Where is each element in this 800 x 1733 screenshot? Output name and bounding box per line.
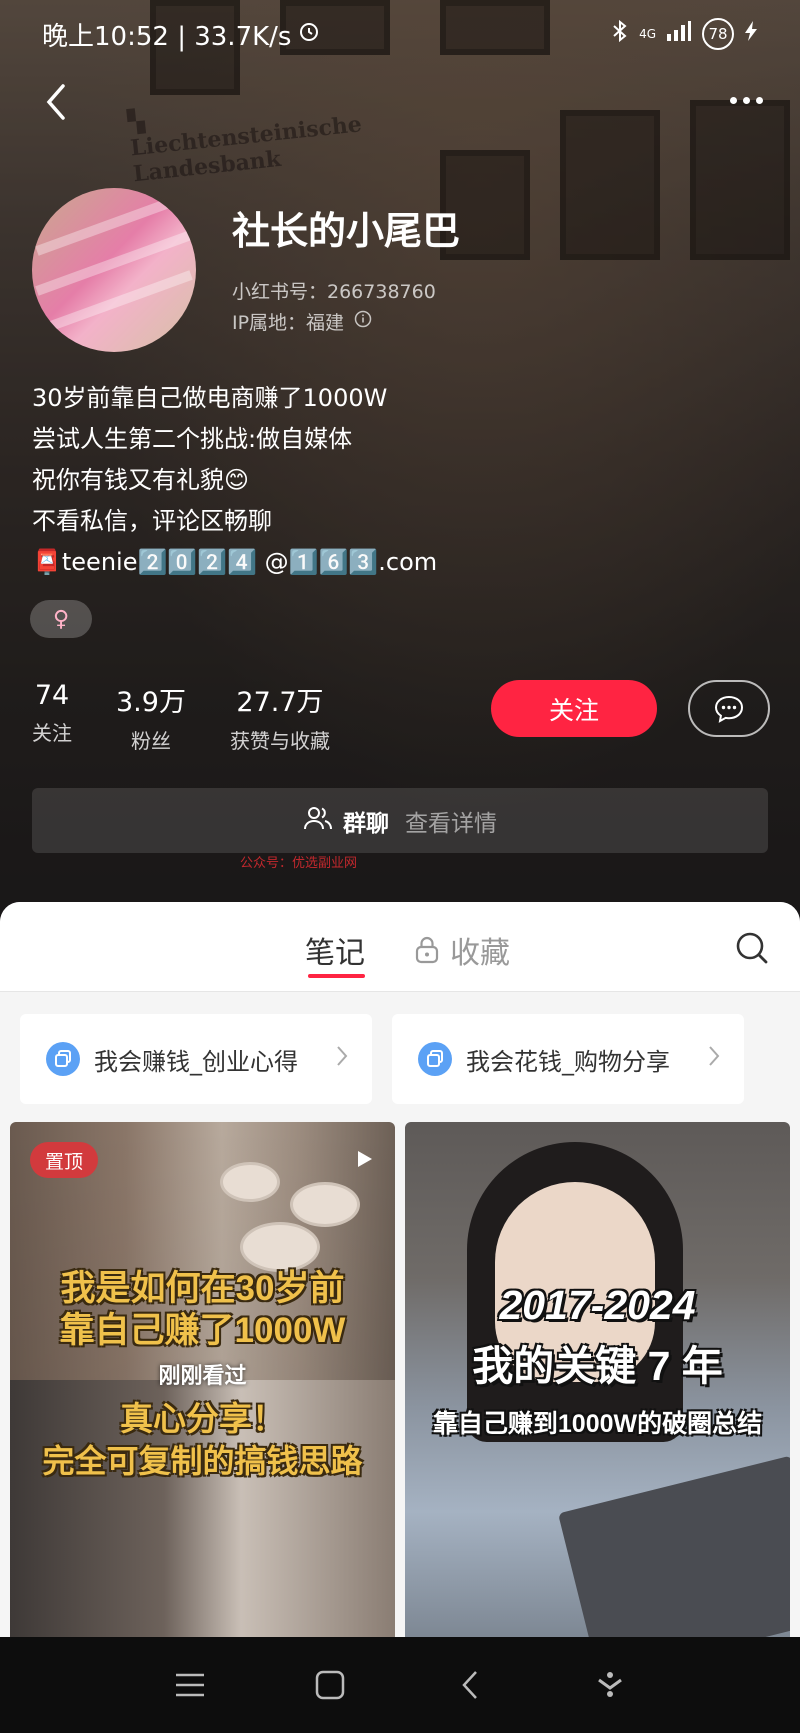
home-square-icon [315, 1670, 345, 1700]
cover-title-line: 我的关键 7 年 [472, 1343, 723, 1389]
cover-title-line: 完全可复制的搞钱思路 [42, 1443, 363, 1479]
menu-icon [176, 1673, 204, 1697]
stat-likes-collects[interactable]: 27.7万 获赞与收藏 [230, 680, 330, 754]
chat-bubble-icon [714, 695, 744, 723]
menu-button[interactable] [162, 1657, 218, 1713]
recently-viewed-label: 刚刚看过 [158, 1363, 247, 1388]
tab-notes[interactable]: 笔记 [305, 928, 365, 972]
back-button[interactable] [30, 76, 82, 128]
note-card[interactable]: 置顶 我是如何在30岁前 靠自己赚了1000W 刚刚看过 真心分享！ 完全可复制… [10, 1122, 395, 1637]
cover-title-line: 真心分享！ [120, 1400, 285, 1437]
tab-favorites-label: 收藏 [450, 936, 510, 971]
battery-icon: 78 [702, 18, 734, 50]
collection-item[interactable]: 我会赚钱_创业心得 [20, 1014, 372, 1104]
bio-line: 30岁前靠自己做电商赚了1000W [32, 384, 388, 412]
bio-line: 尝试人生第二个挑战:做自媒体 [32, 425, 353, 453]
user-id: 小红书号：266738760 [232, 281, 436, 303]
collection-item[interactable]: 我会花钱_购物分享 [392, 1014, 744, 1104]
stat-value: 3.9万 [116, 687, 186, 718]
follow-button[interactable]: 关注 [491, 680, 657, 737]
collection-icon [46, 1042, 80, 1076]
system-navigation-bar [0, 1637, 800, 1733]
lock-icon [415, 936, 439, 964]
chevron-left-icon [46, 84, 65, 120]
bio-line: 祝你有钱又有礼貌😊 [32, 466, 250, 494]
stat-label: 关注 [32, 721, 72, 745]
chevron-right-icon [336, 1045, 348, 1073]
message-button[interactable] [688, 680, 770, 737]
content-tabs: 笔记 收藏 [0, 902, 800, 992]
stat-value: 74 [34, 680, 70, 711]
search-button[interactable] [734, 930, 770, 966]
info-icon[interactable] [354, 310, 372, 333]
profile-stats: 74 关注 3.9万 粉丝 27.7万 获赞与收藏 [32, 680, 374, 754]
home-button[interactable] [302, 1657, 358, 1713]
collection-label: 我会花钱_购物分享 [466, 1047, 670, 1076]
charging-icon [744, 20, 758, 48]
group-users-icon [303, 805, 333, 837]
active-tab-indicator [308, 974, 365, 978]
cover-laptop [558, 1455, 790, 1637]
cover-title-line: 靠自己赚了1000W [59, 1311, 346, 1350]
group-chat-bar[interactable]: 群聊 查看详情 [32, 788, 768, 853]
stat-value: 27.7万 [236, 687, 324, 718]
video-play-icon [358, 1151, 372, 1167]
cover-decoration [290, 1182, 360, 1227]
chevron-right-icon [708, 1045, 720, 1073]
ip-location-text: IP属地：福建 [232, 312, 345, 334]
network-label: 4G [639, 27, 656, 41]
content-sheet: 笔记 收藏 我会赚钱_创业心得 我会花钱_购物分享 置顶 我是如何在30岁前 靠… [0, 902, 800, 1637]
ip-location: IP属地：福建 [232, 308, 372, 335]
stat-label: 粉丝 [130, 729, 171, 753]
collection-list: 我会赚钱_创业心得 我会花钱_购物分享 [20, 1014, 744, 1104]
username: 社长的小尾巴 [232, 209, 461, 253]
stat-followers[interactable]: 3.9万 粉丝 [116, 680, 186, 754]
more-options-button[interactable] [720, 80, 772, 120]
bio: 30岁前靠自己做电商赚了1000W 尝试人生第二个挑战:做自媒体 祝你有钱又有礼… [32, 378, 437, 583]
assistant-icon [598, 1672, 622, 1697]
back-arrow-icon [462, 1671, 477, 1699]
cover-title-line: 靠自己赚到1000W的破圈总结 [432, 1410, 763, 1438]
watermark-text: 公众号：优选副业网 [240, 856, 358, 871]
dot [729, 96, 737, 104]
cover-decoration [220, 1162, 280, 1202]
status-bar: 晚上10:52 | 33.7K/s 4G 78 [0, 0, 800, 68]
stat-following[interactable]: 74 关注 [32, 680, 72, 754]
pinned-badge: 置顶 [30, 1142, 98, 1178]
alarm-icon [297, 19, 321, 50]
status-time: 晚上10:52 | 33.7K/s [42, 21, 292, 52]
gender-badge: ♀ [30, 600, 92, 638]
bluetooth-icon [611, 19, 629, 49]
assistant-button[interactable] [582, 1657, 638, 1713]
collection-icon [418, 1042, 452, 1076]
stat-label: 获赞与收藏 [229, 729, 330, 753]
tab-favorites[interactable]: 收藏 [414, 928, 510, 972]
search-icon [736, 932, 768, 964]
signal-icon [666, 20, 692, 48]
dot [755, 96, 763, 104]
dot [742, 96, 750, 104]
group-chat-title: 群聊 [343, 810, 389, 837]
avatar[interactable] [32, 188, 196, 352]
note-card[interactable]: 2017-2024 我的关键 7 年 靠自己赚到1000W的破圈总结 [405, 1122, 790, 1637]
bio-line: 不看私信，评论区畅聊 [32, 507, 272, 535]
collection-label: 我会赚钱_创业心得 [94, 1047, 298, 1076]
bio-line: 📮teenie2️⃣0️⃣2️⃣4️⃣ @1️⃣6️⃣3️⃣.com [32, 548, 438, 576]
note-grid: 置顶 我是如何在30岁前 靠自己赚了1000W 刚刚看过 真心分享！ 完全可复制… [10, 1122, 790, 1637]
group-chat-detail: 查看详情 [405, 810, 497, 837]
cover-title-line: 2017-2024 [499, 1282, 696, 1328]
system-back-button[interactable] [442, 1657, 498, 1713]
